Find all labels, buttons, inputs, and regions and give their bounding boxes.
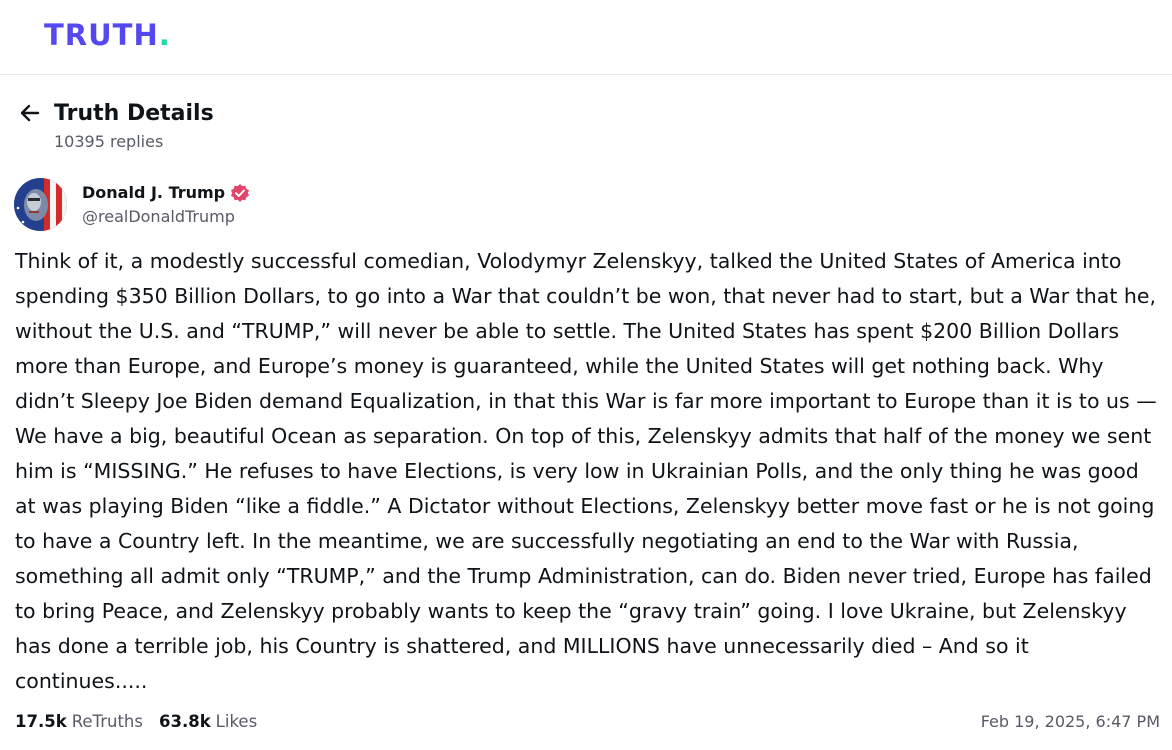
likes-label: Likes xyxy=(215,711,258,731)
avatar-image xyxy=(14,177,67,231)
truth-logo[interactable]: TRUTH. xyxy=(44,18,171,52)
post-timestamp: Feb 19, 2025, 6:47 PM xyxy=(980,711,1160,731)
likes-count: 63.8k xyxy=(158,711,211,731)
retruths-label: ReTruths xyxy=(71,711,143,731)
author-handle[interactable]: @realDonaldTrump xyxy=(82,207,250,226)
author-name-line: Donald J. Trump xyxy=(82,183,250,203)
logo-dot: . xyxy=(158,18,171,52)
retruths-stat[interactable]: 17.5k ReTruths xyxy=(15,712,143,731)
page-header: Truth Details xyxy=(16,96,214,130)
retruths-count: 17.5k xyxy=(15,711,67,731)
top-bar: TRUTH. xyxy=(0,0,1172,75)
post-author: Donald J. Trump @realDonaldTrump xyxy=(14,177,250,231)
avatar[interactable] xyxy=(14,177,67,231)
reply-count: 10395 replies xyxy=(54,132,164,151)
verified-badge-icon xyxy=(231,183,250,202)
back-button[interactable] xyxy=(16,99,44,127)
post-body-text: Think of it, a modestly successful comed… xyxy=(15,249,1164,693)
author-name[interactable]: Donald J. Trump xyxy=(82,183,225,202)
post-footer: 17.5k ReTruths 63.8k Likes Feb 19, 2025,… xyxy=(15,709,1160,733)
likes-stat[interactable]: 63.8k Likes xyxy=(159,712,257,731)
arrow-left-icon xyxy=(20,104,40,122)
page-title: Truth Details xyxy=(54,100,214,126)
author-meta: Donald J. Trump @realDonaldTrump xyxy=(82,183,250,226)
logo-text: TRUTH xyxy=(44,18,159,52)
